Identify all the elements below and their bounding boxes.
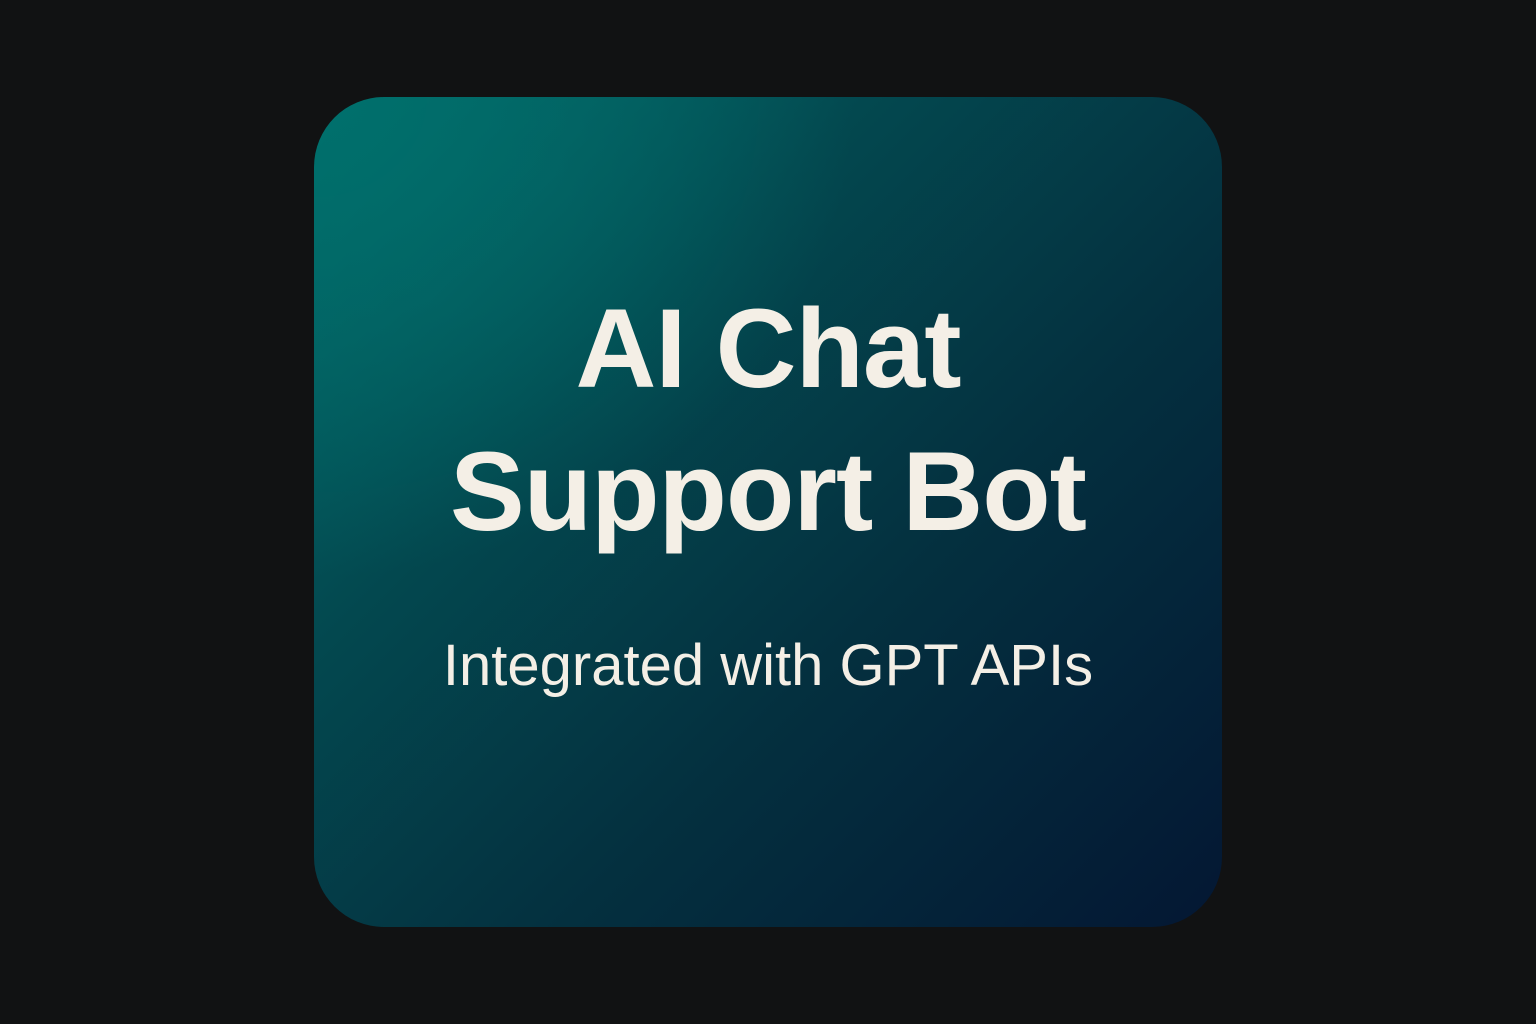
card-subtitle: Integrated with GPT APIs bbox=[442, 633, 1094, 698]
card-title-line-1: AI Chat bbox=[575, 286, 962, 411]
card-title-line-2: Support Bot bbox=[450, 429, 1087, 554]
title-card: AI Chat Support Bot Integrated with GPT … bbox=[314, 97, 1222, 927]
